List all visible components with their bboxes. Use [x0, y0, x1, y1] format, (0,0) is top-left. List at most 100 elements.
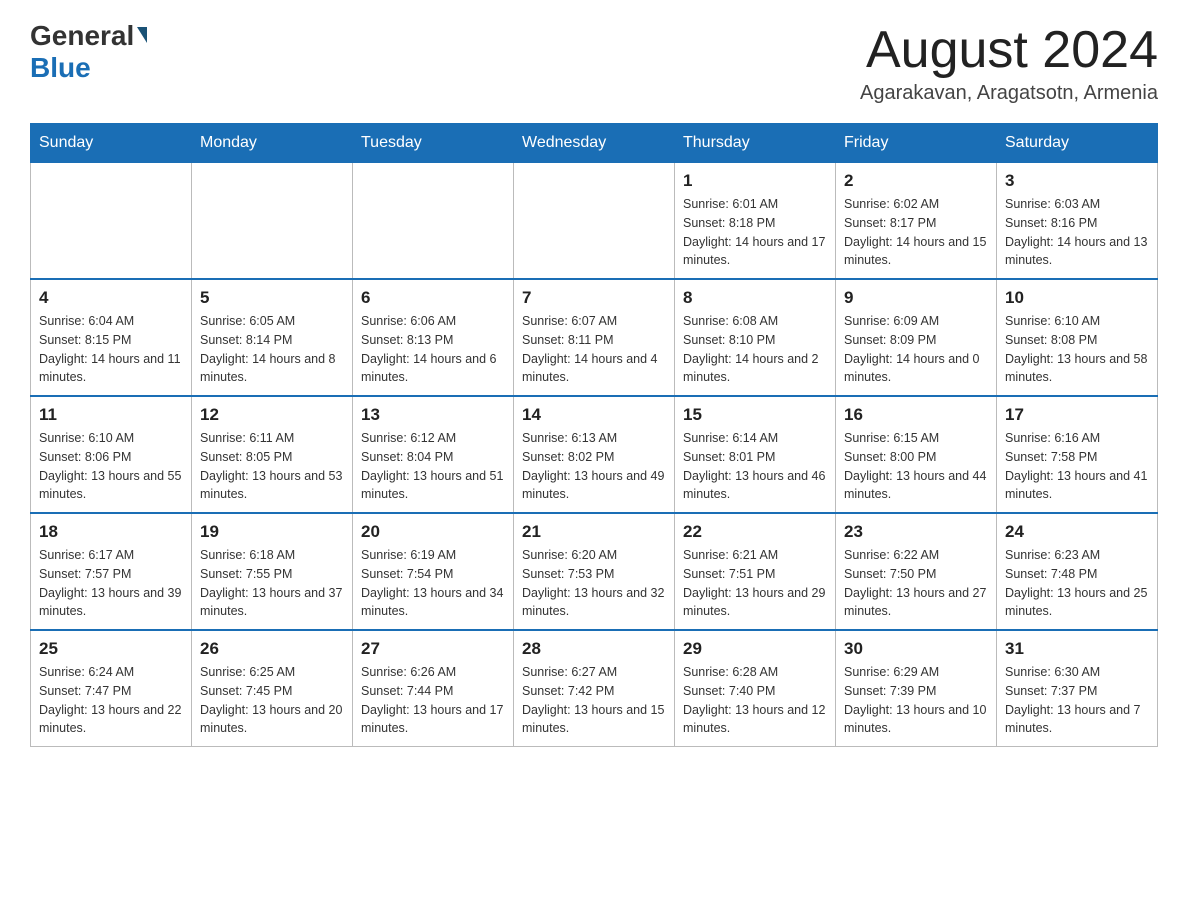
col-friday: Friday — [836, 124, 997, 163]
table-row: 13 Sunrise: 6:12 AMSunset: 8:04 PMDayligh… — [353, 396, 514, 513]
table-row: 5 Sunrise: 6:05 AMSunset: 8:14 PMDaylight… — [192, 279, 353, 396]
table-row: 27 Sunrise: 6:26 AMSunset: 7:44 PMDayligh… — [353, 630, 514, 747]
day-number: 6 — [361, 288, 505, 308]
day-info: Sunrise: 6:02 AMSunset: 8:17 PMDaylight:… — [844, 195, 988, 270]
day-number: 30 — [844, 639, 988, 659]
day-info: Sunrise: 6:05 AMSunset: 8:14 PMDaylight:… — [200, 312, 344, 387]
logo-general-label: General — [30, 20, 134, 52]
day-number: 14 — [522, 405, 666, 425]
table-row: 1Sunrise: 6:01 AMSunset: 8:18 PMDaylight… — [675, 163, 836, 280]
day-info: Sunrise: 6:11 AMSunset: 8:05 PMDaylight:… — [200, 429, 344, 504]
table-row: 7Sunrise: 6:07 AMSunset: 8:11 PMDaylight… — [514, 279, 675, 396]
day-info: Sunrise: 6:09 AMSunset: 8:09 PMDaylight:… — [844, 312, 988, 387]
day-number: 21 — [522, 522, 666, 542]
day-number: 31 — [1005, 639, 1149, 659]
header: General Blue August 2024 Agarakavan, Ara… — [30, 20, 1158, 105]
col-tuesday: Tuesday — [353, 124, 514, 163]
day-info: Sunrise: 6:24 AMSunset: 7:47 PMDaylight:… — [39, 663, 183, 738]
table-row: 23 Sunrise: 6:22 AMSunset: 7:50 PMDayligh… — [836, 513, 997, 630]
day-info: Sunrise: 6:29 AMSunset: 7:39 PMDaylight:… — [844, 663, 988, 738]
table-row — [353, 163, 514, 280]
day-info: Sunrise: 6:10 AMSunset: 8:06 PMDaylight:… — [39, 429, 183, 504]
day-number: 10 — [1005, 288, 1149, 308]
col-monday: Monday — [192, 124, 353, 163]
table-row: 4Sunrise: 6:04 AMSunset: 8:15 PMDaylight… — [31, 279, 192, 396]
calendar-week-row: 18 Sunrise: 6:17 AMSunset: 7:57 PMDayligh… — [31, 513, 1158, 630]
location-title: Agarakavan, Aragatsotn, Armenia — [860, 82, 1158, 105]
day-number: 22 — [683, 522, 827, 542]
logo-blue-label: Blue — [30, 52, 91, 84]
table-row — [31, 163, 192, 280]
table-row: 19 Sunrise: 6:18 AMSunset: 7:55 PMDayligh… — [192, 513, 353, 630]
day-info: Sunrise: 6:12 AMSunset: 8:04 PMDaylight:… — [361, 429, 505, 504]
table-row: 3 Sunrise: 6:03 AMSunset: 8:16 PMDaylight… — [997, 163, 1158, 280]
day-info: Sunrise: 6:15 AMSunset: 8:00 PMDaylight:… — [844, 429, 988, 504]
day-number: 3 — [1005, 171, 1149, 191]
day-number: 16 — [844, 405, 988, 425]
table-row: 15 Sunrise: 6:14 AMSunset: 8:01 PMDayligh… — [675, 396, 836, 513]
day-info: Sunrise: 6:18 AMSunset: 7:55 PMDaylight:… — [200, 546, 344, 621]
table-row: 21 Sunrise: 6:20 AMSunset: 7:53 PMDayligh… — [514, 513, 675, 630]
day-info: Sunrise: 6:13 AMSunset: 8:02 PMDaylight:… — [522, 429, 666, 504]
day-number: 1 — [683, 171, 827, 191]
table-row: 30 Sunrise: 6:29 AMSunset: 7:39 PMDayligh… — [836, 630, 997, 747]
day-number: 8 — [683, 288, 827, 308]
table-row — [192, 163, 353, 280]
table-row: 24 Sunrise: 6:23 AMSunset: 7:48 PMDayligh… — [997, 513, 1158, 630]
day-number: 19 — [200, 522, 344, 542]
table-row: 9Sunrise: 6:09 AMSunset: 8:09 PMDaylight… — [836, 279, 997, 396]
day-info: Sunrise: 6:08 AMSunset: 8:10 PMDaylight:… — [683, 312, 827, 387]
day-info: Sunrise: 6:23 AMSunset: 7:48 PMDaylight:… — [1005, 546, 1149, 621]
table-row: 22Sunrise: 6:21 AMSunset: 7:51 PMDayligh… — [675, 513, 836, 630]
day-number: 24 — [1005, 522, 1149, 542]
day-number: 2 — [844, 171, 988, 191]
logo: General Blue — [30, 20, 147, 84]
logo-general-text: General — [30, 20, 147, 52]
day-number: 28 — [522, 639, 666, 659]
col-thursday: Thursday — [675, 124, 836, 163]
col-sunday: Sunday — [31, 124, 192, 163]
day-info: Sunrise: 6:20 AMSunset: 7:53 PMDaylight:… — [522, 546, 666, 621]
day-number: 7 — [522, 288, 666, 308]
day-number: 13 — [361, 405, 505, 425]
day-number: 5 — [200, 288, 344, 308]
table-row: 14 Sunrise: 6:13 AMSunset: 8:02 PMDayligh… — [514, 396, 675, 513]
table-row: 31 Sunrise: 6:30 AMSunset: 7:37 PMDayligh… — [997, 630, 1158, 747]
table-row: 10 Sunrise: 6:10 AMSunset: 8:08 PMDayligh… — [997, 279, 1158, 396]
day-number: 12 — [200, 405, 344, 425]
day-number: 18 — [39, 522, 183, 542]
day-number: 27 — [361, 639, 505, 659]
table-row: 26Sunrise: 6:25 AMSunset: 7:45 PMDayligh… — [192, 630, 353, 747]
table-row: 2 Sunrise: 6:02 AMSunset: 8:17 PMDaylight… — [836, 163, 997, 280]
table-row: 18 Sunrise: 6:17 AMSunset: 7:57 PMDayligh… — [31, 513, 192, 630]
day-number: 20 — [361, 522, 505, 542]
calendar-week-row: 25Sunrise: 6:24 AMSunset: 7:47 PMDayligh… — [31, 630, 1158, 747]
day-info: Sunrise: 6:17 AMSunset: 7:57 PMDaylight:… — [39, 546, 183, 621]
table-row: 6 Sunrise: 6:06 AMSunset: 8:13 PMDaylight… — [353, 279, 514, 396]
day-info: Sunrise: 6:03 AMSunset: 8:16 PMDaylight:… — [1005, 195, 1149, 270]
day-number: 4 — [39, 288, 183, 308]
table-row: 12 Sunrise: 6:11 AMSunset: 8:05 PMDayligh… — [192, 396, 353, 513]
day-number: 11 — [39, 405, 183, 425]
day-number: 17 — [1005, 405, 1149, 425]
day-info: Sunrise: 6:06 AMSunset: 8:13 PMDaylight:… — [361, 312, 505, 387]
day-info: Sunrise: 6:28 AMSunset: 7:40 PMDaylight:… — [683, 663, 827, 738]
table-row: 11 Sunrise: 6:10 AMSunset: 8:06 PMDayligh… — [31, 396, 192, 513]
day-info: Sunrise: 6:22 AMSunset: 7:50 PMDaylight:… — [844, 546, 988, 621]
day-info: Sunrise: 6:10 AMSunset: 8:08 PMDaylight:… — [1005, 312, 1149, 387]
day-number: 29 — [683, 639, 827, 659]
day-info: Sunrise: 6:30 AMSunset: 7:37 PMDaylight:… — [1005, 663, 1149, 738]
calendar-table: Sunday Monday Tuesday Wednesday Thursday… — [30, 123, 1158, 747]
logo-arrow-icon — [137, 27, 147, 43]
table-row: 29 Sunrise: 6:28 AMSunset: 7:40 PMDayligh… — [675, 630, 836, 747]
day-number: 23 — [844, 522, 988, 542]
day-info: Sunrise: 6:19 AMSunset: 7:54 PMDaylight:… — [361, 546, 505, 621]
table-row: 16 Sunrise: 6:15 AMSunset: 8:00 PMDayligh… — [836, 396, 997, 513]
calendar-week-row: 4Sunrise: 6:04 AMSunset: 8:15 PMDaylight… — [31, 279, 1158, 396]
calendar-week-row: 11 Sunrise: 6:10 AMSunset: 8:06 PMDayligh… — [31, 396, 1158, 513]
calendar-header-row: Sunday Monday Tuesday Wednesday Thursday… — [31, 124, 1158, 163]
day-number: 15 — [683, 405, 827, 425]
calendar-week-row: 1Sunrise: 6:01 AMSunset: 8:18 PMDaylight… — [31, 163, 1158, 280]
day-info: Sunrise: 6:14 AMSunset: 8:01 PMDaylight:… — [683, 429, 827, 504]
day-info: Sunrise: 6:26 AMSunset: 7:44 PMDaylight:… — [361, 663, 505, 738]
